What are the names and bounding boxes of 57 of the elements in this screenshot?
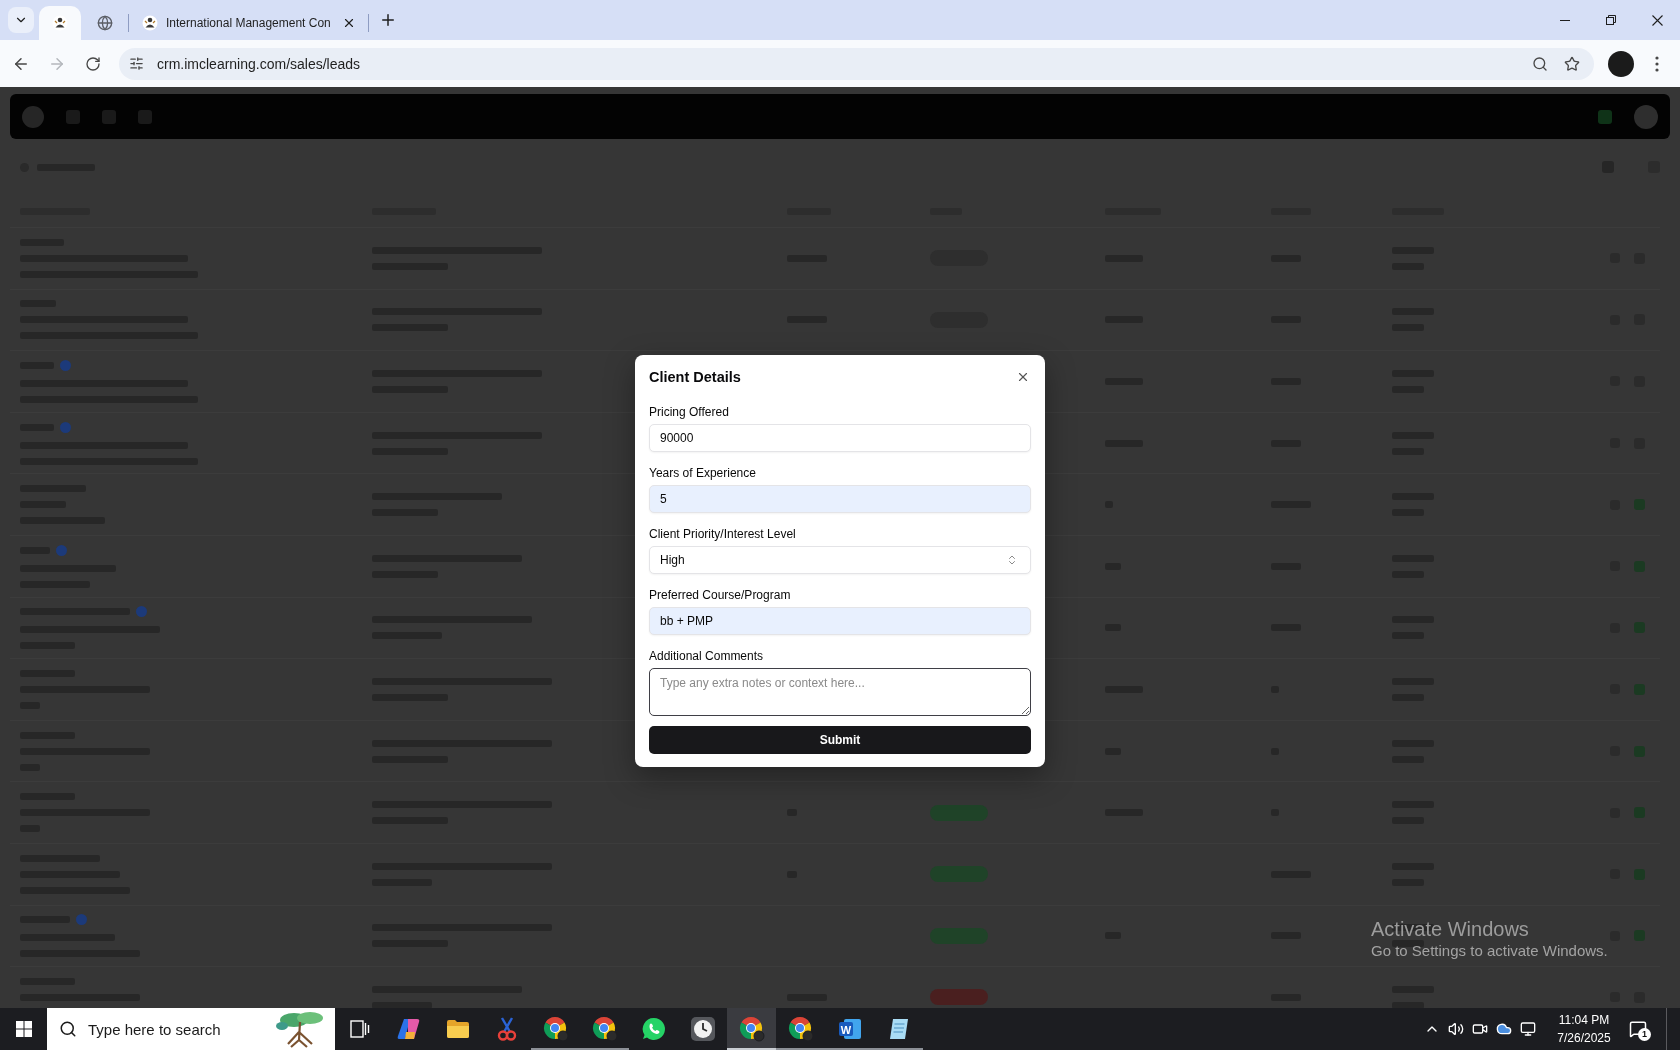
- site-logo-icon: [52, 15, 68, 31]
- globe-icon: [97, 15, 113, 31]
- text-input[interactable]: bb + PMP: [649, 607, 1031, 635]
- minimize-icon: [1560, 19, 1570, 21]
- submit-button[interactable]: Submit: [649, 726, 1031, 754]
- field-label: Additional Comments: [649, 648, 765, 664]
- restore-icon: [1606, 15, 1616, 25]
- select-field[interactable]: High: [649, 546, 1031, 574]
- comments-textarea[interactable]: Type any extra notes or context here...: [649, 668, 1031, 716]
- scissors-icon: [496, 1017, 517, 1041]
- monitor-icon: [1520, 1021, 1536, 1037]
- taskbar-app-button[interactable]: W: [825, 1008, 874, 1050]
- dialog-title: Client Details: [649, 368, 741, 387]
- close-icon: [342, 16, 356, 30]
- camera-icon: [1472, 1021, 1488, 1037]
- browser-tab[interactable]: International Management Con: [134, 6, 366, 40]
- browser-icon: [591, 1016, 618, 1042]
- site-logo-icon: [142, 15, 158, 31]
- activation-notice-text: Go to Settings to activate Windows.: [1371, 942, 1608, 960]
- text-input[interactable]: 5: [649, 485, 1031, 513]
- address-bar[interactable]: crm.imclearning.com/sales/leads: [119, 47, 1594, 80]
- text-input[interactable]: 90000: [649, 424, 1031, 452]
- profile-avatar[interactable]: [1608, 50, 1634, 77]
- field-label: Years of Experience: [649, 465, 757, 481]
- chevrons-up-down-icon: [1006, 554, 1018, 566]
- browser-tab[interactable]: [39, 6, 81, 40]
- ribbon-logo-icon: [396, 1018, 421, 1040]
- clock-icon: [690, 1017, 715, 1041]
- notification-count-badge: 1: [1638, 1028, 1651, 1041]
- plus-icon: [379, 11, 397, 29]
- task-view-icon: [349, 1020, 370, 1038]
- chat-bubble-icon: [641, 1017, 666, 1041]
- activation-notice-title: Activate Windows: [1371, 917, 1529, 941]
- folder-icon: [445, 1019, 470, 1039]
- field-label: Pricing Offered: [649, 404, 730, 420]
- cloud-icon: [1496, 1021, 1512, 1037]
- browser-icon: [542, 1016, 569, 1042]
- close-icon: [1016, 370, 1030, 384]
- speaker-icon: [1448, 1021, 1464, 1037]
- taskbar-clock[interactable]: 11:04 PM 7/26/2025: [1552, 1008, 1616, 1050]
- more-icon: [1655, 55, 1659, 72]
- notifications-button[interactable]: 1: [1620, 1008, 1656, 1050]
- field-label: Client Priority/Interest Level: [649, 526, 797, 542]
- close-icon: [1651, 14, 1663, 26]
- browser-icon: [787, 1016, 814, 1042]
- search-input[interactable]: Type here to search: [88, 1019, 238, 1039]
- magnifier-icon: [1532, 55, 1548, 72]
- search-icon: [59, 1020, 77, 1038]
- message-icon: [1629, 1020, 1647, 1038]
- browser-icon: [738, 1016, 765, 1042]
- windows-logo-icon: [15, 1021, 32, 1037]
- reload-icon: [85, 55, 101, 72]
- field-label: Preferred Course/Program: [649, 587, 792, 603]
- star-icon: [1564, 55, 1580, 72]
- tune-icon: [128, 56, 144, 71]
- taskbar-app-button[interactable]: [727, 1008, 776, 1050]
- url-text: crm.imclearning.com/sales/leads: [157, 55, 361, 72]
